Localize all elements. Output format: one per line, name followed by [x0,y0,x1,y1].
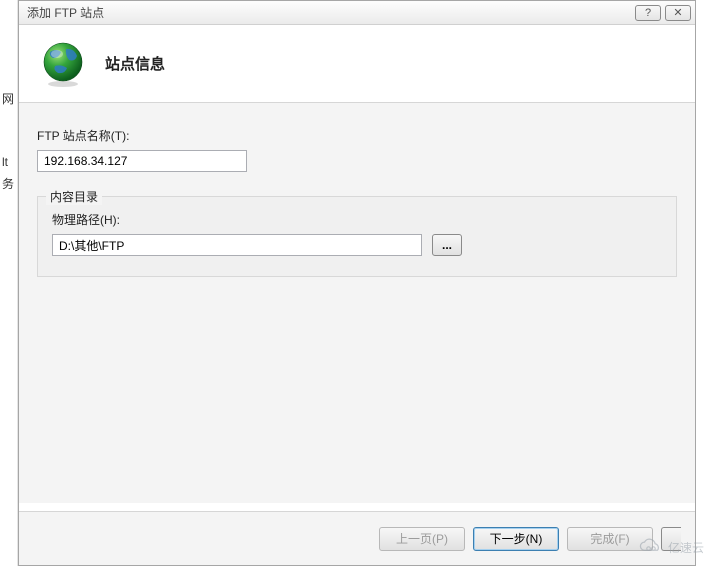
dialog-header: 站点信息 [19,25,695,103]
close-icon: ✕ [673,6,682,19]
site-name-input[interactable] [37,150,247,172]
next-button[interactable]: 下一步(N) [473,527,559,551]
bg-text: 网 [2,90,14,107]
help-button[interactable]: ? [635,5,661,21]
finish-button: 完成(F) [567,527,653,551]
physical-path-input[interactable] [52,234,422,256]
dialog-title: 添加 FTP 站点 [27,4,631,21]
browse-button[interactable]: ... [432,234,462,256]
physical-path-row: ... [52,234,662,256]
physical-path-label: 物理路径(H): [52,211,662,228]
site-name-label: FTP 站点名称(T): [37,127,677,144]
ellipsis-icon: ... [442,238,452,252]
titlebar: 添加 FTP 站点 ? ✕ [19,1,695,25]
bg-text: lt [2,155,8,169]
cancel-button[interactable] [661,527,681,551]
bg-text: 务 [2,175,14,192]
dialog-content: FTP 站点名称(T): 内容目录 物理路径(H): ... [19,103,695,503]
page-title: 站点信息 [105,53,165,74]
globe-icon [39,40,87,88]
dialog-footer: 上一页(P) 下一步(N) 完成(F) [19,511,695,565]
content-directory-group: 内容目录 物理路径(H): ... [37,196,677,277]
help-icon: ? [645,7,651,19]
groupbox-title: 内容目录 [46,188,102,205]
background-panel: 网 lt 务 [0,0,18,566]
previous-button: 上一页(P) [379,527,465,551]
add-ftp-site-dialog: 添加 FTP 站点 ? ✕ 站点信息 FTP 站点名称( [18,0,696,566]
close-button[interactable]: ✕ [665,5,691,21]
